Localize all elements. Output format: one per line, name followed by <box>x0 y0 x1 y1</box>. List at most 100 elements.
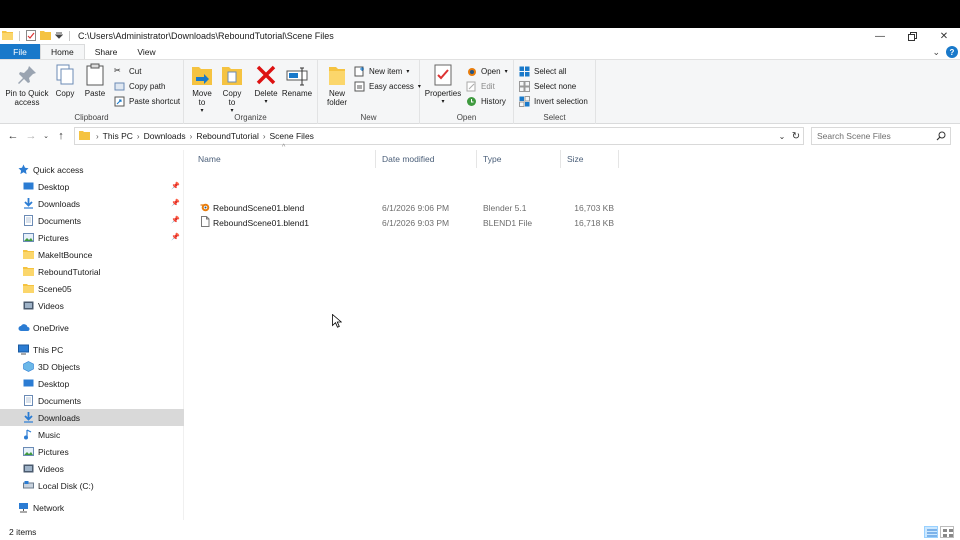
nav-pc-music[interactable]: Music <box>0 426 184 443</box>
address-dropdown-button[interactable]: ⌄ <box>776 127 788 145</box>
rename-button[interactable]: Rename <box>282 63 312 98</box>
invert-selection-button[interactable]: Invert selection <box>519 94 588 108</box>
restore-icon <box>907 31 917 41</box>
scissors-icon: ✂ <box>114 65 121 75</box>
music-icon <box>23 429 34 440</box>
history-button[interactable]: History <box>466 94 506 108</box>
nav-pc-3d-objects[interactable]: 3D Objects <box>0 358 184 375</box>
nav-this-pc[interactable]: This PC <box>0 341 184 358</box>
nav-pc-desktop[interactable]: Desktop <box>0 375 184 392</box>
pin-quick-access-button[interactable]: Pin to Quick access <box>4 63 50 107</box>
blender-open-icon <box>466 66 477 77</box>
minimize-icon: — <box>875 30 885 42</box>
column-header-type[interactable]: Type <box>477 150 561 168</box>
customize-qat-icon[interactable] <box>54 30 64 42</box>
nav-quick-pictures[interactable]: Pictures 📌 <box>0 229 184 246</box>
search-icon <box>936 131 946 143</box>
folder-icon <box>23 266 34 277</box>
breadcrumb-this-pc[interactable]: This PC <box>99 131 137 141</box>
blender-file-icon <box>200 202 210 214</box>
properties-button[interactable]: Properties ▾ <box>424 63 462 107</box>
copy-to-button[interactable]: Copy to ▾ <box>219 63 245 116</box>
help-icon[interactable]: ? <box>946 46 958 58</box>
new-folder-qat-icon[interactable] <box>40 30 51 42</box>
details-view-button[interactable] <box>924 526 938 538</box>
file-type-cell: BLEND1 File <box>483 217 533 228</box>
videos-icon <box>23 463 34 474</box>
file-list: ^ Name Date modified Type Size ReboundSc… <box>192 144 960 520</box>
pictures-icon <box>23 232 34 243</box>
properties-qat-icon[interactable] <box>26 29 36 43</box>
column-header-size[interactable]: Size <box>561 150 619 168</box>
tab-file[interactable]: File <box>0 44 40 59</box>
column-header-name[interactable]: Name <box>192 150 376 168</box>
forward-button[interactable]: → <box>22 127 40 145</box>
paste-button[interactable]: Paste <box>82 63 108 98</box>
nav-quick-reboundtutorial[interactable]: ReboundTutorial <box>0 263 184 280</box>
back-button[interactable]: ← <box>4 127 22 145</box>
nav-quick-scene05[interactable]: Scene05 <box>0 280 184 297</box>
nav-quick-videos[interactable]: Videos <box>0 297 184 314</box>
breadcrumb-downloads[interactable]: Downloads <box>140 131 190 141</box>
nav-pc-downloads[interactable]: Downloads <box>0 409 184 426</box>
nav-quick-access[interactable]: Quick access <box>0 161 184 178</box>
large-icons-view-button[interactable] <box>940 526 954 538</box>
tab-view[interactable]: View <box>127 44 165 59</box>
paste-icon <box>83 63 107 87</box>
search-input[interactable]: Search Scene Files <box>811 127 951 145</box>
file-explorer-window: C:\Users\Administrator\Downloads\Rebound… <box>0 28 960 540</box>
select-all-button[interactable]: Select all <box>519 64 566 78</box>
file-size-cell: 16,703 KB <box>574 202 614 213</box>
delete-button[interactable]: Delete ▾ <box>253 63 279 107</box>
new-folder-button[interactable]: New folder <box>322 63 352 107</box>
tab-share[interactable]: Share <box>85 44 128 59</box>
new-item-button[interactable]: New item ▾ <box>354 64 409 78</box>
easy-access-button[interactable]: Easy access ▾ <box>354 79 421 93</box>
move-to-button[interactable]: Move to ▾ <box>189 63 215 116</box>
nav-quick-documents[interactable]: Documents 📌 <box>0 212 184 229</box>
breadcrumb-scene-files[interactable]: Scene Files <box>266 131 318 141</box>
hard-drive-icon <box>23 480 34 491</box>
nav-pc-documents[interactable]: Documents <box>0 392 184 409</box>
cut-button[interactable]: ✂ Cut <box>114 64 141 78</box>
column-header-date[interactable]: Date modified <box>376 150 477 168</box>
expand-ribbon-icon[interactable]: ⌄ <box>932 47 940 58</box>
item-count: 2 items <box>9 527 37 537</box>
refresh-button[interactable]: ↻ <box>788 127 804 145</box>
edit-button[interactable]: Edit <box>466 79 495 93</box>
recent-locations-button[interactable]: ⌄ <box>40 127 52 145</box>
tab-home[interactable]: Home <box>40 44 85 59</box>
select-none-button[interactable]: Select none <box>519 79 576 93</box>
new-group-label: New <box>360 113 377 122</box>
paste-shortcut-icon <box>114 96 125 107</box>
documents-icon <box>23 395 34 406</box>
network-icon <box>18 502 29 513</box>
nav-network[interactable]: Network <box>0 499 184 516</box>
restore-button[interactable] <box>896 28 928 44</box>
minimize-button[interactable]: — <box>864 28 896 44</box>
file-row[interactable]: ReboundScene01.blend1 6/1/2026 9:03 PM B… <box>192 215 622 230</box>
nav-pc-local-disk[interactable]: Local Disk (C:) <box>0 477 184 494</box>
paste-shortcut-button[interactable]: Paste shortcut <box>114 94 180 108</box>
close-button[interactable]: ✕ <box>928 28 960 44</box>
nav-onedrive[interactable]: OneDrive <box>0 319 184 336</box>
open-button[interactable]: Open ▾ <box>466 64 508 78</box>
breadcrumb-reboundtutorial[interactable]: ReboundTutorial <box>192 131 263 141</box>
download-arrow-icon <box>23 412 34 423</box>
nav-pc-pictures[interactable]: Pictures <box>0 443 184 460</box>
nav-quick-makeitbounce[interactable]: MakeItBounce <box>0 246 184 263</box>
nav-quick-desktop[interactable]: Desktop 📌 <box>0 178 184 195</box>
ribbon-home: Pin to Quick access Copy Paste ✂ Cut Cop… <box>0 60 960 124</box>
move-to-icon <box>190 63 214 87</box>
nav-pc-videos[interactable]: Videos <box>0 460 184 477</box>
nav-quick-downloads[interactable]: Downloads 📌 <box>0 195 184 212</box>
select-all-icon <box>519 66 530 77</box>
close-icon: ✕ <box>939 30 949 42</box>
select-none-icon <box>519 80 530 92</box>
up-button[interactable]: ↑ <box>52 127 70 145</box>
file-row[interactable]: ReboundScene01.blend 6/1/2026 9:06 PM Bl… <box>192 200 622 215</box>
pinned-icon: 📌 <box>171 183 180 190</box>
copy-button[interactable]: Copy <box>52 63 78 98</box>
address-field[interactable]: › This PC › Downloads › ReboundTutorial … <box>74 127 804 145</box>
copy-path-button[interactable]: Copy path <box>114 79 165 93</box>
